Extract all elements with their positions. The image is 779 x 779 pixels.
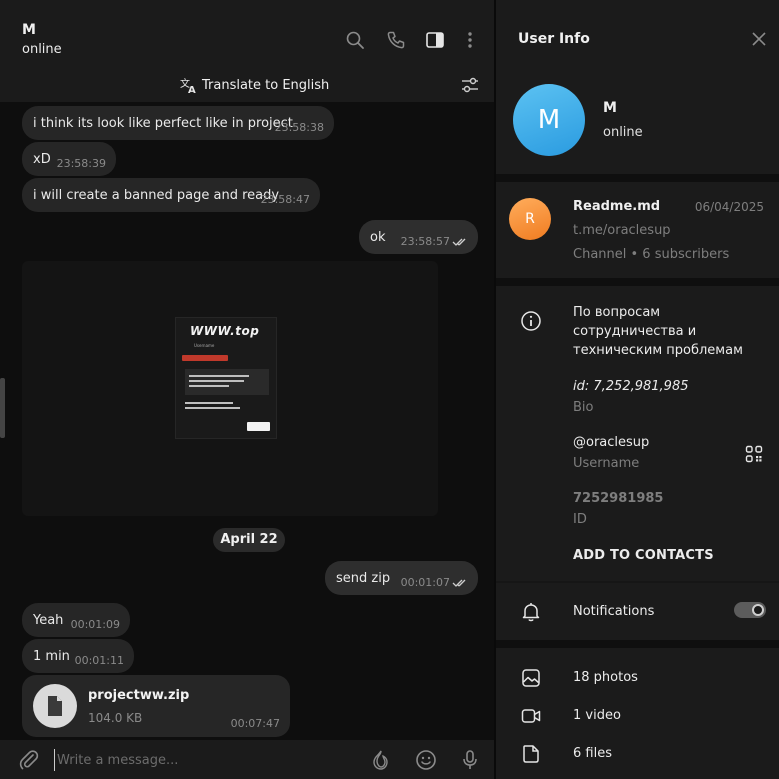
- chat-status: online: [22, 42, 62, 57]
- user-avatar[interactable]: M: [513, 84, 585, 156]
- message-incoming[interactable]: xD 23:58:39: [22, 142, 116, 176]
- message-text: i will create a banned page and ready: [33, 187, 280, 203]
- message-incoming[interactable]: Yeah 00:01:09: [22, 603, 130, 637]
- svg-text:A: A: [188, 85, 196, 94]
- chat-pane: M online 文A Translate to English i think…: [0, 0, 494, 779]
- translate-settings-icon[interactable]: [460, 76, 480, 94]
- section-divider: [496, 174, 779, 182]
- file-size: 104.0 KB: [88, 711, 143, 725]
- user-status: online: [603, 125, 643, 140]
- image-message[interactable]: WWW.top Username: [22, 261, 438, 516]
- qr-code-icon[interactable]: [745, 445, 763, 463]
- search-icon[interactable]: [345, 30, 365, 50]
- user-info-panel: User Info M M online R Readme.md 06/04/2…: [496, 0, 779, 779]
- read-checkmarks-icon: [452, 579, 466, 587]
- section-divider: [496, 278, 779, 286]
- notice-line: [185, 402, 233, 404]
- message-time: 23:58:47: [260, 193, 310, 206]
- message-time: 23:58:39: [56, 157, 106, 170]
- message-time: 23:58:38: [274, 121, 324, 134]
- file-icon: [520, 743, 542, 765]
- section-divider: [496, 640, 779, 648]
- message-text: send zip: [336, 570, 391, 586]
- message-incoming[interactable]: i think its look like perfect like in pr…: [22, 106, 334, 140]
- notifications-label: Notifications: [573, 604, 655, 619]
- message-outgoing[interactable]: send zip 00:01:07: [325, 561, 478, 595]
- message-outgoing[interactable]: ok 23:58:57: [359, 220, 478, 254]
- notifications-toggle[interactable]: [734, 602, 766, 618]
- image-brand: WWW.top: [190, 324, 260, 338]
- message-time: 23:58:57: [400, 235, 450, 248]
- file-download-icon[interactable]: [33, 684, 77, 728]
- ban-notice-box: [185, 369, 269, 395]
- username-value[interactable]: @oraclesup: [573, 435, 649, 450]
- section-divider: [496, 581, 779, 583]
- emoji-icon[interactable]: [414, 748, 438, 772]
- message-composer: [0, 740, 494, 779]
- file-name: projectww.zip: [88, 688, 190, 703]
- toggle-knob: [752, 604, 764, 616]
- notice-line: [189, 385, 229, 387]
- message-incoming[interactable]: i will create a banned page and ready 23…: [22, 178, 320, 212]
- banned-page-screenshot: WWW.top Username: [175, 317, 277, 439]
- message-time: 00:07:47: [230, 717, 280, 730]
- message-text: Yeah: [33, 612, 64, 628]
- bio-text: По вопросам сотрудничества и техническим…: [573, 305, 743, 358]
- channel-name: Readme.md: [573, 199, 661, 214]
- photo-icon: [520, 667, 542, 689]
- translate-bar: 文A Translate to English: [0, 68, 494, 102]
- translate-label: Translate to English: [202, 77, 330, 93]
- message-time: 00:01:09: [70, 618, 120, 631]
- video-icon: [520, 705, 542, 727]
- paperclip-icon[interactable]: [18, 749, 40, 771]
- user-name: M: [603, 100, 617, 116]
- notice-line: [189, 375, 249, 377]
- add-to-contacts-button[interactable]: ADD TO CONTACTS: [573, 548, 714, 563]
- sidebar-toggle-icon[interactable]: [425, 30, 445, 50]
- message-text: xD: [33, 151, 51, 167]
- channel-date: 06/04/2025: [694, 200, 764, 214]
- notice-line: [189, 380, 244, 382]
- channel-link: t.me/oraclesup: [573, 223, 671, 238]
- translate-icon: 文A: [180, 77, 196, 94]
- media-label-photos: 18 photos: [573, 670, 638, 685]
- info-icon: [520, 310, 542, 332]
- notice-line: [185, 407, 240, 409]
- self-destruct-timer-icon[interactable]: [369, 748, 393, 772]
- media-label-files: 6 files: [573, 746, 612, 761]
- image-username: Username: [194, 343, 215, 348]
- media-label-videos: 1 video: [573, 708, 621, 723]
- channel-meta: Channel • 6 subscribers: [573, 247, 730, 262]
- id-label: ID: [573, 512, 587, 527]
- message-input[interactable]: [54, 749, 344, 771]
- more-vertical-icon[interactable]: [460, 30, 480, 50]
- chat-title: M: [22, 22, 36, 38]
- chat-header[interactable]: M online: [0, 0, 494, 68]
- bio-label: Bio: [573, 400, 594, 415]
- channel-avatar: R: [509, 198, 551, 240]
- appeal-button-preview: [247, 422, 270, 431]
- banned-badge: [182, 355, 228, 361]
- bio-id: id: 7,252,981,985: [573, 379, 689, 394]
- message-time: 00:01:11: [74, 654, 124, 667]
- message-text: i think its look like perfect like in pr…: [33, 115, 293, 131]
- username-label: Username: [573, 456, 640, 471]
- phone-icon[interactable]: [386, 30, 406, 50]
- close-icon[interactable]: [750, 30, 768, 48]
- chat-scrollbar[interactable]: [0, 378, 5, 438]
- date-separator: April 22: [213, 528, 285, 552]
- message-time: 00:01:07: [400, 576, 450, 589]
- file-message[interactable]: projectww.zip 104.0 KB 00:07:47: [22, 675, 290, 737]
- message-incoming[interactable]: 1 min 00:01:11: [22, 639, 134, 673]
- read-checkmarks-icon: [452, 238, 466, 246]
- translate-button[interactable]: 文A Translate to English: [180, 76, 329, 94]
- id-value[interactable]: 7252981985: [573, 491, 663, 506]
- microphone-icon[interactable]: [458, 748, 482, 772]
- panel-title: User Info: [518, 31, 590, 47]
- bell-icon: [520, 601, 542, 623]
- message-text: 1 min: [33, 648, 70, 664]
- message-text: ok: [370, 229, 386, 245]
